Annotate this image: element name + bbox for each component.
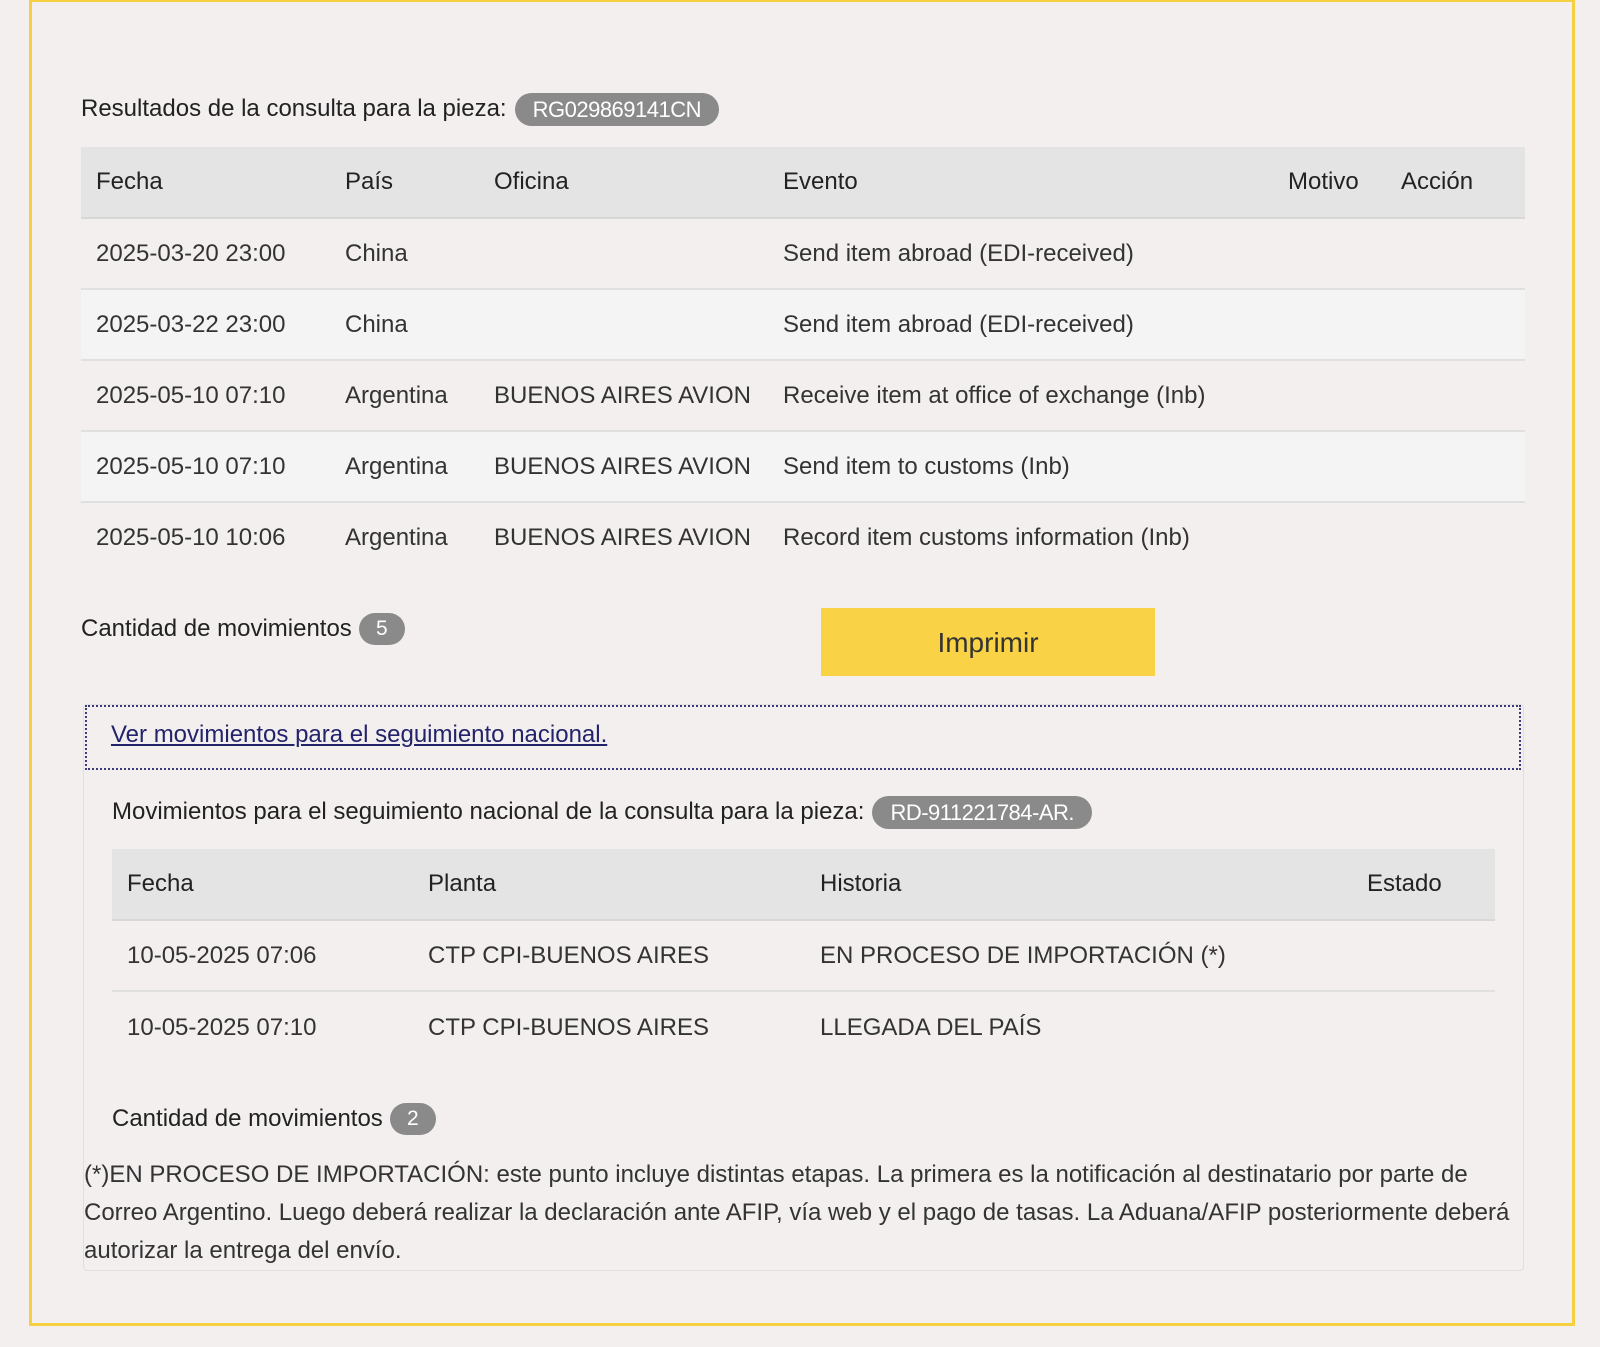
cell-fecha: 2025-05-10 10:06	[96, 523, 286, 551]
cell-oficina	[479, 218, 768, 290]
national-movement-count-badge: 2	[389, 1103, 436, 1135]
cell-evento: Send item abroad (EDI-received)	[768, 218, 1273, 290]
cell-accion	[1386, 218, 1525, 290]
table-header-row: Fecha Planta Historia Estado	[112, 849, 1495, 921]
import-process-footnote: (*)EN PROCESO DE IMPORTACIÓN: este punto…	[84, 1161, 1510, 1264]
cell-fecha: 2025-05-10 07:10	[81, 360, 330, 432]
cell-pais: Argentina	[330, 431, 479, 503]
table-row: 2025-05-10 10:06 Argentina BUENOS AIRES …	[81, 502, 1525, 572]
cell-pais: Argentina	[330, 360, 479, 432]
national-title: Movimientos para el seguimiento nacional…	[112, 795, 1093, 829]
column-header-pais: País	[330, 147, 479, 219]
cell-oficina: BUENOS AIRES AVION	[479, 360, 768, 432]
column-header-oficina: Oficina	[479, 147, 768, 219]
table-row: 2025-03-20 23:00 China Send item abroad …	[81, 218, 1525, 290]
cell-fecha: 2025-05-10 07:10	[81, 431, 330, 503]
table-row: 10-05-2025 07:06 CTP CPI-BUENOS AIRES EN…	[112, 920, 1495, 992]
query-title: Resultados de la consulta para la pieza:…	[81, 92, 720, 126]
cell-oficina: BUENOS AIRES AVION	[479, 431, 768, 503]
cell-planta: CTP CPI-BUENOS AIRES	[428, 1014, 709, 1041]
cell-fecha: 2025-03-20 23:00	[81, 218, 330, 290]
column-header-fecha: Fecha	[81, 147, 330, 219]
cell-evento: Send item abroad (EDI-received)	[768, 289, 1273, 361]
cell-accion	[1386, 431, 1525, 503]
cell-fecha: 10-05-2025 07:06	[112, 920, 413, 992]
cell-accion	[1386, 289, 1525, 361]
table-row: 10-05-2025 07:10 CTP CPI-BUENOS AIRES LL…	[112, 991, 1495, 1064]
cell-pais: China	[330, 289, 479, 361]
cell-historia: LLEGADA DEL PAÍS	[820, 1014, 1042, 1041]
column-header-fecha: Fecha	[112, 849, 413, 921]
print-button[interactable]: Imprimir	[821, 608, 1155, 676]
cell-oficina	[479, 289, 768, 361]
cell-motivo	[1273, 289, 1386, 361]
cell-fecha: 2025-03-22 23:00	[81, 289, 330, 361]
cell-motivo	[1273, 218, 1386, 290]
cell-historia: EN PROCESO DE IMPORTACIÓN (*)	[805, 920, 1352, 992]
table-row: 2025-05-10 07:10 Argentina BUENOS AIRES …	[81, 360, 1525, 432]
table-row: 2025-05-10 07:10 Argentina BUENOS AIRES …	[81, 431, 1525, 503]
movement-count-label: Cantidad de movimientos	[81, 615, 352, 642]
cell-accion	[1386, 502, 1525, 572]
national-piece-id-badge: RD-911221784-AR.	[872, 795, 1093, 829]
cell-motivo	[1273, 502, 1386, 572]
cell-estado	[1352, 920, 1495, 992]
national-tracking-link[interactable]: Ver movimientos para el seguimiento naci…	[111, 721, 607, 749]
national-movement-count-label: Cantidad de movimientos	[112, 1105, 383, 1132]
cell-pais: Argentina	[345, 523, 448, 551]
cell-fecha: 10-05-2025 07:10	[127, 1014, 317, 1041]
cell-accion	[1386, 360, 1525, 432]
cell-motivo	[1273, 431, 1386, 503]
cell-evento: Receive item at office of exchange (Inb)	[768, 360, 1273, 432]
movement-count: Cantidad de movimientos 5	[81, 612, 405, 646]
national-tracking-table: Fecha Planta Historia Estado 10-05-2025 …	[112, 849, 1495, 1064]
national-title-label: Movimientos para el seguimiento nacional…	[112, 798, 865, 825]
tracking-table: Fecha País Oficina Evento Motivo Acción …	[81, 147, 1525, 572]
table-header-row: Fecha País Oficina Evento Motivo Acción	[81, 147, 1525, 219]
column-header-evento: Evento	[768, 147, 1273, 219]
piece-id-badge: RG029869141CN	[514, 92, 720, 126]
column-header-accion: Acción	[1386, 147, 1525, 219]
national-movement-count: Cantidad de movimientos 2	[112, 1102, 436, 1136]
query-title-label: Resultados de la consulta para la pieza:	[81, 95, 507, 122]
cell-evento: Record item customs information (Inb)	[783, 523, 1190, 551]
cell-oficina: BUENOS AIRES AVION	[494, 523, 751, 551]
cell-planta: CTP CPI-BUENOS AIRES	[413, 920, 805, 992]
column-header-planta: Planta	[413, 849, 805, 921]
movement-count-badge: 5	[358, 613, 405, 645]
column-header-historia: Historia	[805, 849, 1352, 921]
column-header-motivo: Motivo	[1273, 147, 1386, 219]
column-header-estado: Estado	[1352, 849, 1495, 921]
cell-estado	[1352, 991, 1495, 1064]
cell-evento: Send item to customs (Inb)	[768, 431, 1273, 503]
cell-pais: China	[330, 218, 479, 290]
table-row: 2025-03-22 23:00 China Send item abroad …	[81, 289, 1525, 361]
cell-motivo	[1273, 360, 1386, 432]
